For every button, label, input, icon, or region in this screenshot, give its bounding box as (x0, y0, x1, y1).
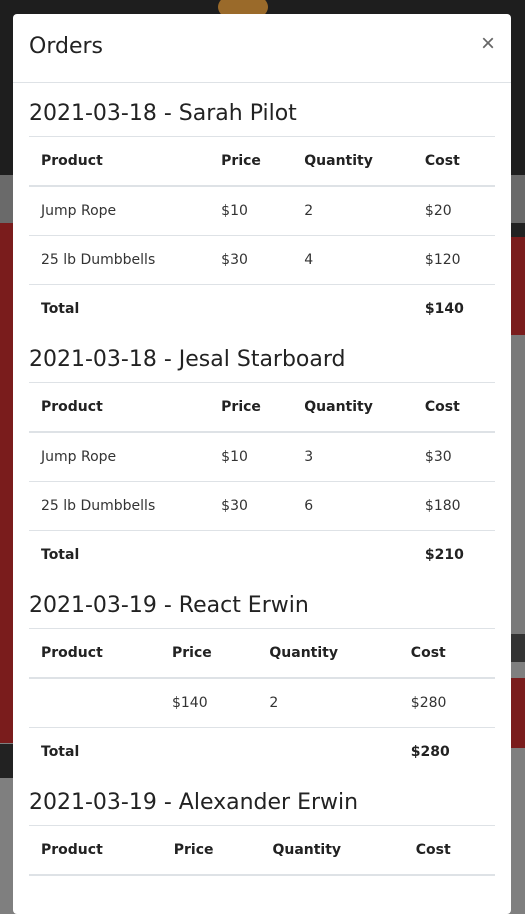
table-header-row: Product Price Quantity Cost (29, 628, 495, 679)
cell-cost: $30 (412, 431, 495, 482)
background-bar-right-2 (511, 634, 525, 662)
background-panel-left (0, 223, 14, 743)
cell-price: $10 (209, 185, 293, 236)
order-title: 2021-03-19 - Alexander Erwin (29, 790, 359, 815)
total-label: Total (29, 727, 160, 776)
header-product: Product (29, 825, 162, 876)
order-title: 2021-03-19 - React Erwin (29, 593, 309, 618)
cell-quantity: 3 (292, 431, 413, 482)
total-value: $140 (412, 284, 495, 333)
cell-price: $30 (209, 235, 293, 285)
empty-cell (159, 727, 258, 776)
header-quantity: Quantity (292, 382, 413, 433)
cell-price: $10 (209, 431, 293, 482)
modal-header: Orders × (13, 14, 511, 83)
empty-cell (257, 727, 399, 776)
header-cost: Cost (412, 136, 495, 187)
cell-quantity: 2 (257, 677, 399, 728)
empty-cell (209, 530, 293, 579)
cell-quantity: 6 (292, 481, 413, 531)
total-row: Total $140 (29, 284, 495, 333)
cell-product (29, 677, 160, 728)
close-icon[interactable]: × (481, 32, 495, 56)
order-table: Product Price Quantity Cost $140 2 $280 Total $2… (29, 628, 495, 776)
cell-cost: $20 (412, 185, 495, 236)
table-row: $140 2 $280 (29, 677, 495, 728)
background-panel-right-2 (511, 678, 525, 748)
table-row: 25 lb Dumbbells $30 6 $180 (29, 481, 495, 531)
table-row: Jump Rope $10 2 $20 (29, 185, 495, 236)
header-cost: Cost (412, 382, 495, 433)
header-quantity: Quantity (257, 628, 399, 679)
total-row: Total $280 (29, 727, 495, 776)
header-cost: Cost (403, 825, 495, 876)
header-price: Price (161, 825, 261, 876)
table-row: 25 lb Dumbbells $30 4 $120 (29, 235, 495, 285)
order-section: 2021-03-19 - React Erwin Product Price Quan… (29, 591, 495, 776)
cell-product: 25 lb Dumbbells (29, 481, 210, 531)
order-section: 2021-03-18 - Sarah Pilot Product Price Quan… (29, 99, 495, 333)
cell-product: Jump Rope (29, 185, 210, 236)
order-table: Product Price Quantity Cost (29, 825, 495, 876)
order-title: 2021-03-18 - Sarah Pilot (29, 101, 297, 126)
cell-price: $30 (209, 481, 293, 531)
header-price: Price (209, 382, 293, 433)
cell-price: $140 (159, 677, 258, 728)
total-label: Total (29, 284, 210, 333)
order-table: Product Price Quantity Cost Jump Rope $10 3 $30… (29, 382, 495, 579)
order-section: 2021-03-18 - Jesal Starboard Product Price… (29, 345, 495, 579)
cell-cost: $180 (412, 481, 495, 531)
order-table: Product Price Quantity Cost Jump Rope $10 2 $20… (29, 136, 495, 333)
orders-list: 2021-03-18 - Sarah Pilot Product Price Quan… (13, 83, 511, 876)
header-quantity: Quantity (260, 825, 404, 876)
header-product: Product (29, 382, 210, 433)
header-price: Price (159, 628, 258, 679)
background-bar-left-2 (0, 744, 14, 778)
cell-cost: $280 (398, 677, 495, 728)
modal-title: Orders (29, 34, 103, 59)
cell-product: 25 lb Dumbbells (29, 235, 210, 285)
header-product: Product (29, 136, 210, 187)
background-bar-right (511, 223, 525, 237)
order-section: 2021-03-19 - Alexander Erwin Product Price… (29, 788, 495, 876)
total-label: Total (29, 530, 210, 579)
order-title: 2021-03-18 - Jesal Starboard (29, 347, 346, 372)
cell-cost: $120 (412, 235, 495, 285)
cell-product: Jump Rope (29, 431, 210, 482)
cell-quantity: 2 (292, 185, 413, 236)
cell-quantity: 4 (292, 235, 413, 285)
header-cost: Cost (398, 628, 495, 679)
table-row: Jump Rope $10 3 $30 (29, 431, 495, 482)
table-header-row: Product Price Quantity Cost (29, 136, 495, 187)
empty-cell (209, 284, 293, 333)
table-header-row: Product Price Quantity Cost (29, 825, 495, 876)
empty-cell (292, 530, 413, 579)
total-value: $280 (398, 727, 495, 776)
table-header-row: Product Price Quantity Cost (29, 382, 495, 433)
total-row: Total $210 (29, 530, 495, 579)
total-value: $210 (412, 530, 495, 579)
header-price: Price (209, 136, 293, 187)
header-quantity: Quantity (292, 136, 413, 187)
background-panel-right (511, 223, 525, 335)
background-list-right (511, 335, 525, 635)
empty-cell (292, 284, 413, 333)
header-product: Product (29, 628, 160, 679)
orders-modal: Orders × 2021-03-18 - Sarah Pilot Product… (13, 14, 511, 914)
